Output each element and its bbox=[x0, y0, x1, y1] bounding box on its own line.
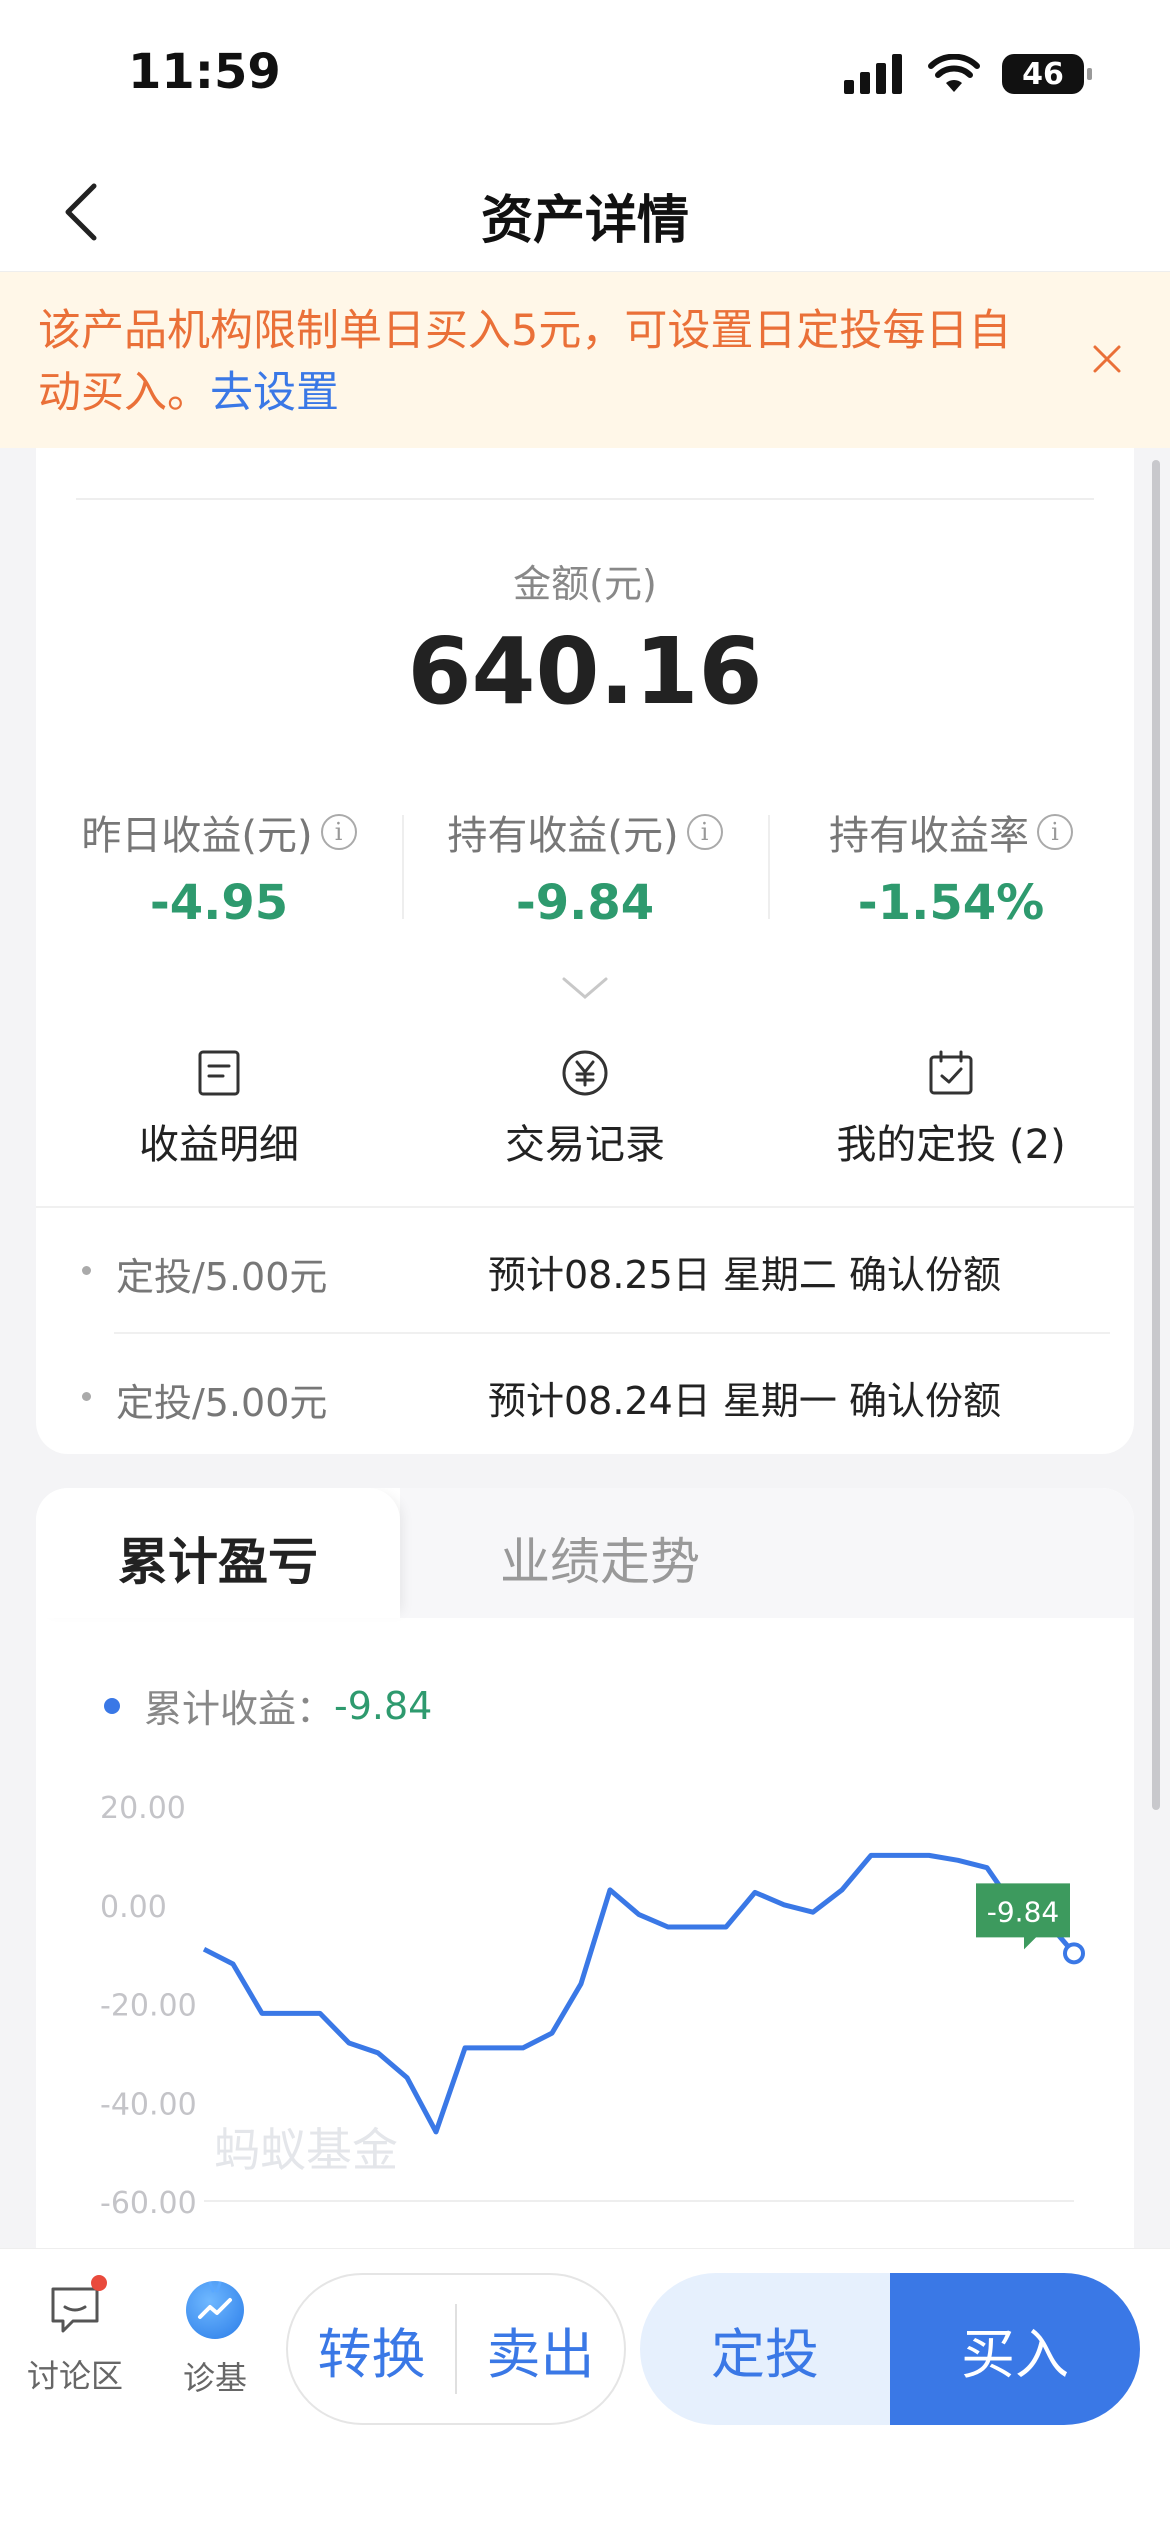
stat-label: 持有收益(元) bbox=[447, 813, 679, 859]
sip-button[interactable]: 定投 bbox=[640, 2273, 890, 2425]
series-line-cumulative-earnings bbox=[202, 1852, 1076, 2135]
stat-value: -4.95 bbox=[149, 875, 289, 931]
y-tick-label: 20.00 bbox=[100, 1791, 186, 1826]
watermark-text: 蚂蚁基金 bbox=[214, 2123, 398, 2177]
amount-value: 640.16 bbox=[407, 618, 763, 725]
y-tick-label: -20.00 bbox=[100, 1989, 197, 2024]
signal-icon bbox=[844, 54, 902, 94]
nav-bar: 资产详情 bbox=[0, 150, 1170, 272]
y-tick-label: 0.00 bbox=[100, 1890, 167, 1925]
status-icons: 46 bbox=[844, 54, 1092, 94]
plan-description: 预计08.24日 星期一 确认份额 bbox=[488, 1379, 1001, 1423]
notice-banner: 该产品机构限制单日买入5元，可设置日定投每日自动买入。去设置 bbox=[0, 272, 1170, 448]
stat-yesterday-earnings: 昨日收益(元) i -4.95 bbox=[36, 803, 402, 931]
discussion-label: 讨论区 bbox=[26, 2357, 123, 2395]
diagnose-icon bbox=[186, 2281, 244, 2339]
my-sip-button[interactable]: 我的定投 (2) bbox=[768, 1048, 1134, 1188]
earnings-detail-button[interactable]: 收益明细 bbox=[36, 1048, 402, 1188]
notice-text: 该产品机构限制单日买入5元，可设置日定投每日自动买入。 bbox=[38, 306, 1012, 418]
battery-icon: 46 bbox=[1002, 54, 1092, 94]
yen-circle-icon bbox=[562, 1050, 608, 1096]
status-time: 11:59 bbox=[128, 44, 281, 100]
bullet-icon bbox=[82, 1266, 91, 1275]
info-icon[interactable]: i bbox=[320, 814, 357, 850]
document-icon bbox=[198, 1050, 240, 1096]
buy-button[interactable]: 买入 bbox=[890, 2273, 1140, 2425]
calendar-check-icon bbox=[929, 1050, 973, 1095]
action-label: 收益明细 bbox=[139, 1122, 299, 1168]
action-label: 交易记录 bbox=[505, 1122, 665, 1168]
y-tick-label: -40.00 bbox=[100, 2087, 197, 2122]
transaction-records-button[interactable]: 交易记录 bbox=[402, 1048, 768, 1188]
convert-sell-group: 转换 卖出 bbox=[286, 2273, 626, 2425]
plan-description: 预计08.25日 星期二 确认份额 bbox=[488, 1253, 1001, 1297]
stats-row: 昨日收益(元) i -4.95 持有收益(元) i -9.84 持有收益率 i -1.… bbox=[36, 803, 1134, 931]
performance-chart-card: 累计盈亏 业绩走势 累计收益： -9.84 蚂蚁基金 20.00 0.00 -20.… bbox=[36, 1488, 1134, 2248]
sip-plan-row[interactable]: 定投/5.00元 预计08.24日 星期一 确认份额 bbox=[36, 1334, 1134, 1456]
convert-button[interactable]: 转换 bbox=[288, 2310, 455, 2389]
plan-type: 定投/5.00元 bbox=[116, 1255, 328, 1299]
status-bar: 11:59 46 bbox=[0, 0, 1170, 150]
diagnose-fund-button[interactable]: 诊基 bbox=[160, 2281, 270, 2399]
notice-close-button[interactable] bbox=[1082, 334, 1132, 384]
sip-plan-row[interactable]: 定投/5.00元 预计08.25日 星期二 确认份额 bbox=[36, 1208, 1134, 1330]
divider bbox=[76, 498, 1094, 500]
diagnose-label: 诊基 bbox=[182, 2359, 247, 2397]
end-point-marker[interactable] bbox=[1063, 1942, 1085, 1965]
stat-holding-rate: 持有收益率 i -1.54% bbox=[768, 803, 1134, 931]
notification-dot bbox=[91, 2275, 107, 2291]
chevron-down-icon[interactable] bbox=[560, 973, 610, 1003]
bottom-action-bar: 讨论区 诊基 转换 卖出 定投 买入 bbox=[0, 2248, 1170, 2532]
notice-settings-link[interactable]: 去设置 bbox=[210, 368, 339, 418]
asset-summary-card: 金额(元) 640.16 昨日收益(元) i -4.95 持有收益(元) i -9.… bbox=[36, 448, 1134, 1454]
wifi-icon bbox=[928, 54, 980, 92]
stat-value: -9.84 bbox=[515, 875, 655, 931]
stat-holding-earnings: 持有收益(元) i -9.84 bbox=[402, 803, 768, 931]
stat-label: 昨日收益(元) bbox=[81, 813, 313, 859]
info-icon[interactable]: i bbox=[686, 814, 723, 850]
sell-button[interactable]: 卖出 bbox=[457, 2310, 624, 2389]
action-label: 我的定投 (2) bbox=[836, 1122, 1066, 1168]
scrollbar[interactable] bbox=[1152, 460, 1160, 1810]
stat-value: -1.54% bbox=[857, 875, 1045, 931]
stat-label: 持有收益率 bbox=[829, 813, 1029, 859]
y-tick-label: -60.00 bbox=[100, 2186, 197, 2221]
bullet-icon bbox=[82, 1392, 91, 1401]
tab-cumulative-pnl[interactable]: 累计盈亏 bbox=[36, 1488, 400, 1618]
end-value-label: -9.84 bbox=[987, 1895, 1059, 1928]
discussion-button[interactable]: 讨论区 bbox=[20, 2275, 130, 2397]
close-icon bbox=[1093, 345, 1121, 373]
chat-icon bbox=[47, 2275, 107, 2337]
action-row: 收益明细 交易记录 我的定投 (2) bbox=[36, 1048, 1134, 1188]
page-title: 资产详情 bbox=[480, 191, 689, 251]
amount-label: 金额(元) bbox=[513, 562, 657, 606]
info-icon[interactable]: i bbox=[1037, 814, 1073, 850]
plan-type: 定投/5.00元 bbox=[116, 1381, 328, 1425]
